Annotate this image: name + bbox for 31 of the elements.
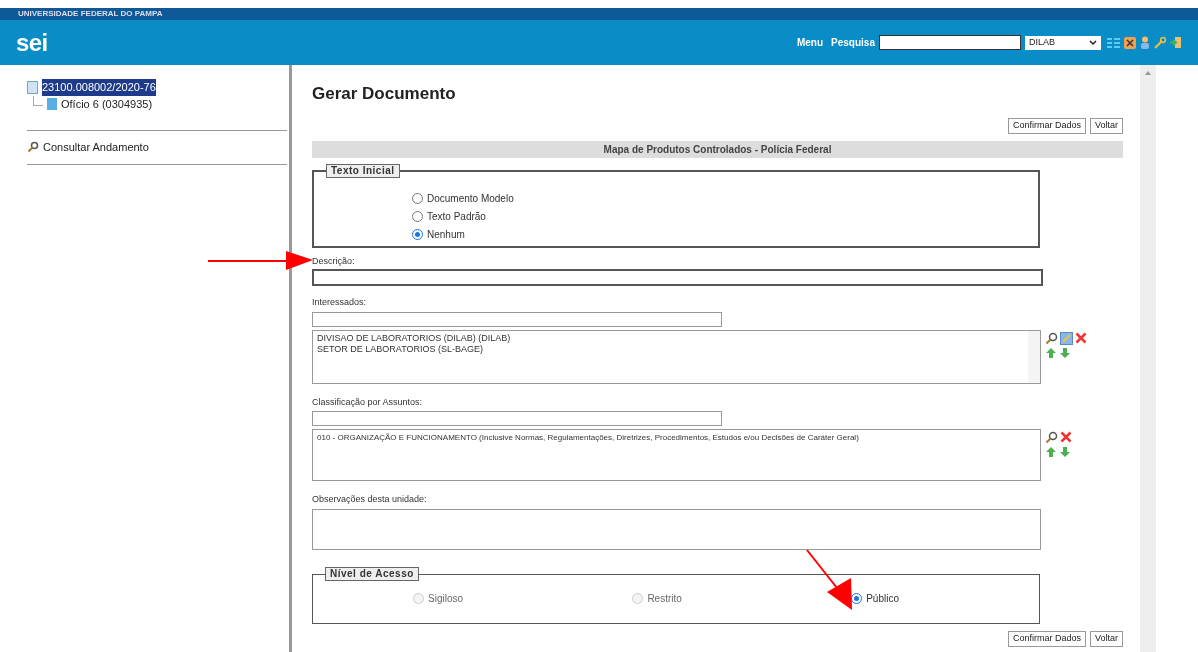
fieldset-legend: Nível de Acesso: [325, 566, 419, 581]
field-label: Classificação por Assuntos:: [312, 395, 424, 409]
radio-label: Nenhum: [427, 227, 465, 242]
radio-label: Restrito: [647, 592, 682, 606]
fieldset-legend: Texto Inicial: [326, 163, 400, 178]
list-entry[interactable]: 010 - ORGANIZAÇÃO E FUNCIONAMENTO (Inclusive Normas, Regulamentações, Diretrizes, Procedimentos, Estudos e/ou Decisões de Caráter Geral): [317, 432, 1026, 443]
section-title: Mapa de Produtos Controlados - Polícia Federal: [312, 140, 1123, 158]
subject-list[interactable]: 010 - ORGANIZAÇÃO E FUNCIONAMENTO (Inclusive Normas, Regulamentações, Diretrizes, Procedimentos, Estudos e/ou Decisões de Caráter Geral): [312, 429, 1041, 481]
form-button[interactable]: Voltar: [1090, 117, 1123, 134]
field-label: Observações desta unidade:: [312, 493, 428, 506]
radio-label: Sigiloso: [428, 592, 464, 606]
unit-select[interactable]: DILAB: [1025, 35, 1101, 50]
field-label: Descrição:: [312, 254, 356, 268]
menu-link[interactable]: Menu: [796, 35, 824, 50]
search-label: Pesquisa: [831, 36, 875, 50]
document-link[interactable]: Ofício 6 (0304935): [61, 95, 153, 112]
org-name: UNIVERSIDADE FEDERAL DO PAMPA: [18, 10, 163, 18]
page-title: Gerar Documento: [312, 83, 457, 105]
radio-label: Público: [866, 592, 899, 606]
form-button[interactable]: Confirmar Dados: [1007, 630, 1086, 647]
action-link[interactable]: Consultar Andamento: [43, 139, 149, 156]
logo[interactable]: sei: [16, 24, 48, 61]
list-entry[interactable]: SETOR DE LABORATORIOS (SL-BAGE): [317, 343, 484, 355]
radio-label: Documento Modelo: [427, 191, 514, 206]
field-label: Interessados:: [312, 296, 368, 309]
list-entry[interactable]: DIVISAO DE LABORATORIOS (DILAB) (DILAB): [317, 332, 511, 344]
radio-label: Texto Padrão: [427, 209, 486, 224]
form-button[interactable]: Confirmar Dados: [1007, 117, 1086, 134]
interested-list[interactable]: DIVISAO DE LABORATORIOS (DILAB) (DILAB) SETOR DE LABORATORIOS (SL-BAGE): [312, 329, 1041, 384]
process-number[interactable]: 23100.008002/2020-76: [42, 79, 156, 96]
form-button[interactable]: Voltar: [1090, 630, 1123, 647]
